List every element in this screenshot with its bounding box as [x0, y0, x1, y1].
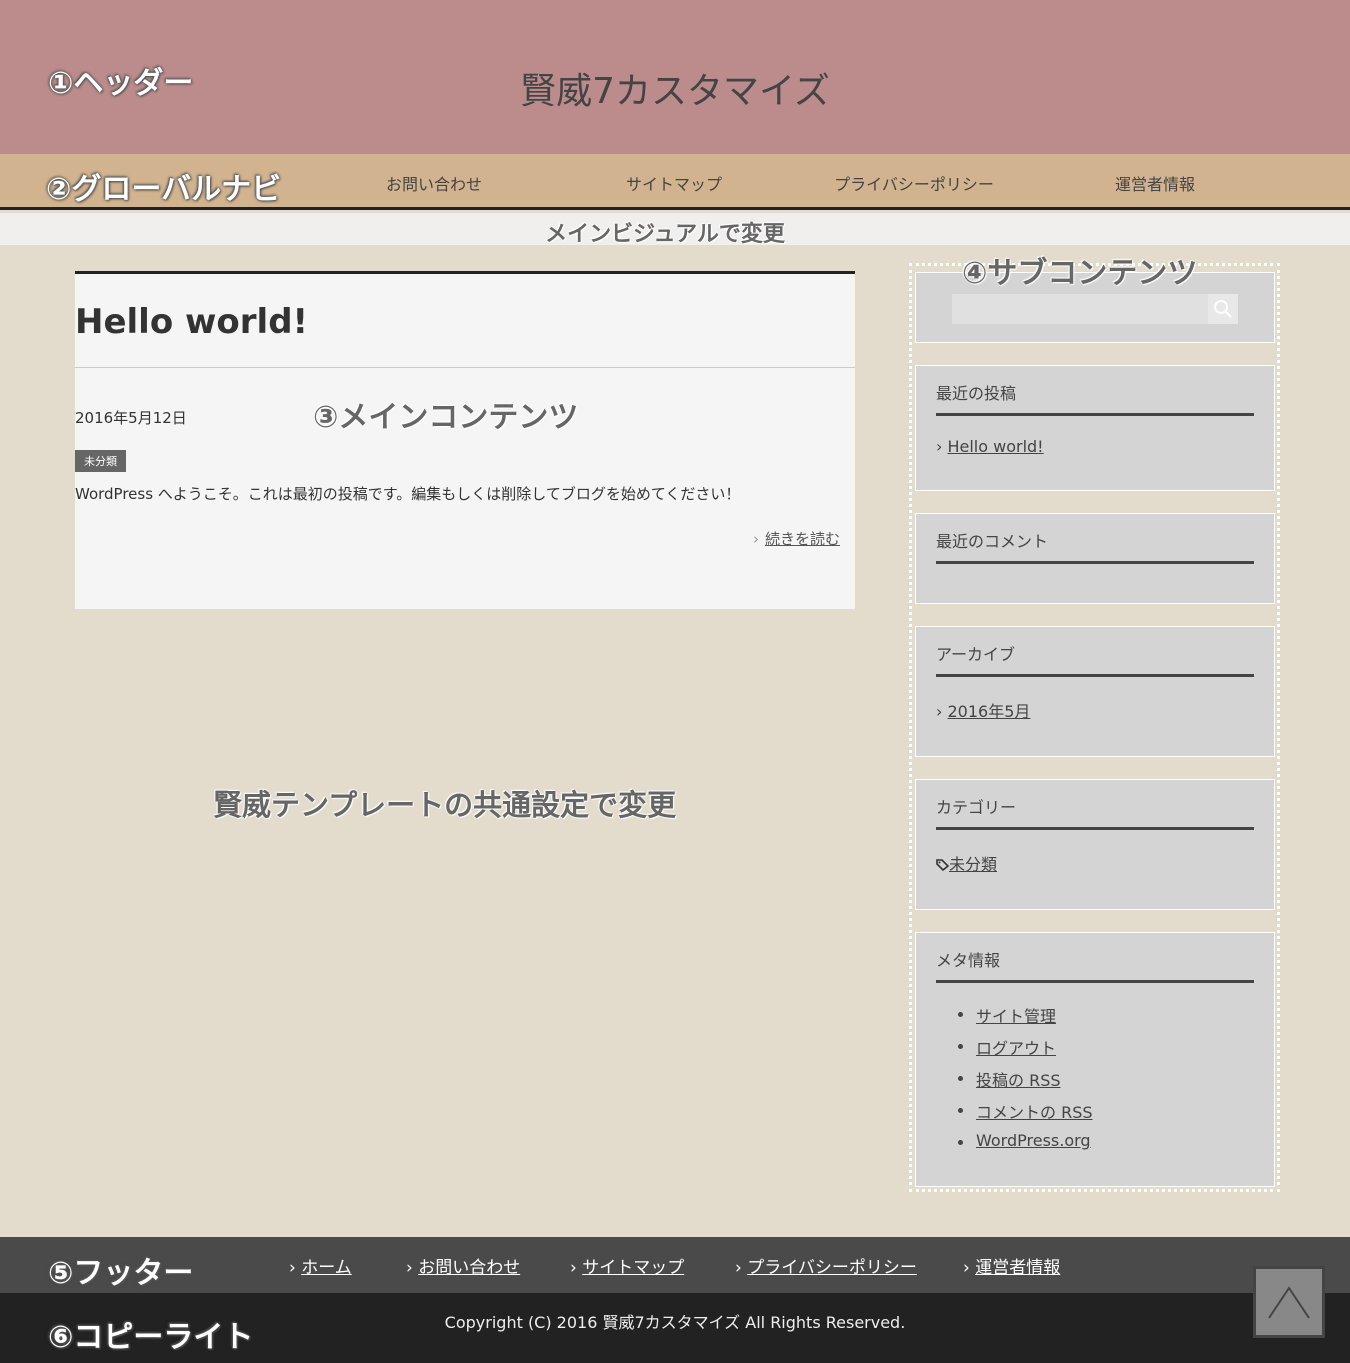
widget-divider: [936, 674, 1254, 677]
caret-up-icon: [1268, 1286, 1310, 1319]
search-input[interactable]: [952, 294, 1238, 324]
widget-recent-comments: 最近のコメント: [915, 513, 1275, 604]
widget-divider: [936, 561, 1254, 564]
meta-link-site-admin[interactable]: サイト管理: [958, 1003, 1093, 1035]
meta-link-posts-rss[interactable]: 投稿の RSS: [958, 1067, 1093, 1099]
annotation-copyright: ⑥コピーライト: [48, 1320, 254, 1355]
page-top-button[interactable]: [1253, 1266, 1325, 1338]
post-divider: [75, 367, 855, 368]
meta-link-logout[interactable]: ログアウト: [958, 1035, 1093, 1067]
chevron-right-icon: ›: [735, 1258, 748, 1278]
recent-post-link[interactable]: › Hello world!: [936, 437, 1044, 456]
chevron-right-icon: ›: [963, 1258, 976, 1278]
chevron-right-icon: ›: [289, 1258, 302, 1278]
annotation-main-visual: メインビジュアルで変更: [545, 222, 785, 247]
widget-title: 最近のコメント: [936, 532, 1049, 551]
gnav-item-sitemap[interactable]: サイトマップ: [574, 171, 774, 195]
archive-link[interactable]: › 2016年5月: [936, 698, 1030, 722]
post-date: 2016年5月12日: [75, 409, 187, 427]
footer-link-operator[interactable]: › 運営者情報: [963, 1253, 1060, 1278]
post-card: Hello world! 2016年5月12日 未分類 WordPress へよ…: [75, 271, 855, 609]
gnav-item-privacy[interactable]: プライバシーポリシー: [814, 171, 1014, 195]
annotation-common-settings: 賢威テンプレートの共通設定で変更: [213, 788, 677, 822]
search-button[interactable]: [1208, 294, 1238, 324]
post-category-badge[interactable]: 未分類: [75, 450, 126, 472]
footer-link-contact[interactable]: › お問い合わせ: [406, 1253, 520, 1278]
chevron-right-icon: ›: [406, 1258, 419, 1278]
meta-list: サイト管理 ログアウト 投稿の RSS コメントの RSS WordPress.…: [958, 1003, 1093, 1163]
footer-link-home[interactable]: › ホーム: [289, 1253, 352, 1278]
widget-title: 最近の投稿: [936, 384, 1017, 403]
chevron-right-icon: ›: [936, 702, 948, 721]
category-link[interactable]: 未分類: [936, 851, 997, 875]
chevron-right-icon: ›: [570, 1258, 583, 1278]
tag-icon: [936, 859, 950, 872]
chevron-right-icon: ›: [752, 530, 759, 548]
widget-recent-posts: 最近の投稿 › Hello world!: [915, 365, 1275, 491]
widget-archives: アーカイブ › 2016年5月: [915, 626, 1275, 757]
gnav-item-operator[interactable]: 運営者情報: [1055, 171, 1255, 195]
chevron-right-icon: ›: [936, 437, 948, 456]
annotation-gnav: ②グローバルナビ: [46, 172, 282, 207]
site-title[interactable]: 賢威7カスタマイズ: [0, 62, 1350, 114]
site-header: 賢威7カスタマイズ: [0, 0, 1350, 154]
annotation-sub-content: ④サブコンテンツ: [962, 256, 1198, 291]
footer-link-sitemap[interactable]: › サイトマップ: [570, 1253, 684, 1278]
read-more-link[interactable]: › 続きを読む: [753, 528, 840, 549]
widget-categories: カテゴリー 未分類: [915, 779, 1275, 910]
annotation-footer: ⑤フッター: [48, 1256, 194, 1291]
read-more-label: 続きを読む: [764, 530, 840, 548]
widget-divider: [936, 980, 1254, 983]
footer-link-privacy[interactable]: › プライバシーポリシー: [735, 1253, 917, 1278]
annotation-header: ①ヘッダー: [48, 66, 194, 101]
gnav-item-contact[interactable]: お問い合わせ: [334, 171, 534, 195]
widget-title: アーカイブ: [936, 645, 1016, 664]
widget-title: メタ情報: [936, 951, 1001, 970]
post-excerpt: WordPress へようこそ。これは最初の投稿です。編集もしくは削除してブログ…: [75, 485, 741, 503]
meta-link-wordpress-org[interactable]: WordPress.org: [958, 1131, 1093, 1163]
footer-nav: › ホーム › お問い合わせ › サイトマップ › プライバシーポリシー › 運…: [0, 1237, 1350, 1293]
post-title[interactable]: Hello world!: [75, 302, 308, 342]
search-icon: [1214, 300, 1232, 318]
widget-meta: メタ情報 サイト管理 ログアウト 投稿の RSS コメントの RSS WordP…: [915, 932, 1275, 1187]
annotation-main-content: ③メインコンテンツ: [313, 400, 579, 435]
widget-divider: [936, 827, 1254, 830]
widget-title: カテゴリー: [936, 798, 1017, 817]
widget-divider: [936, 413, 1254, 416]
meta-link-comments-rss[interactable]: コメントの RSS: [958, 1099, 1093, 1131]
